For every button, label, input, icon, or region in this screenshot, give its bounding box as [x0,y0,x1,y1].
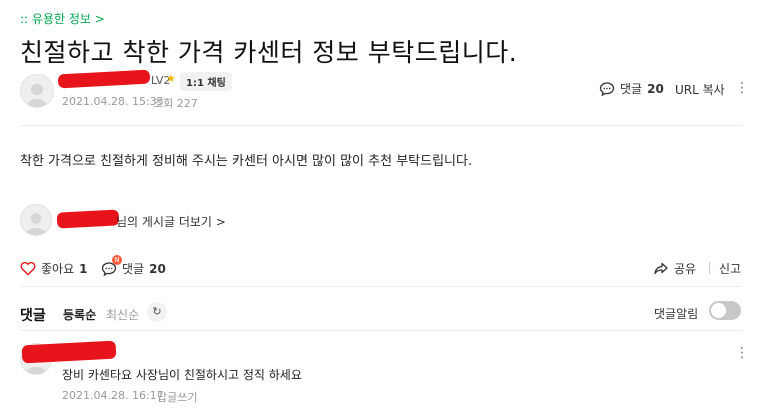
sort-registered-tab[interactable]: 등록순 [63,306,96,323]
like-count: 1 [79,261,88,276]
redacted-author-name [57,69,151,89]
redacted-author-name [56,209,120,229]
reply-link[interactable]: 답글쓰기 [157,389,197,405]
comments-divider [20,330,741,331]
heart-icon [20,261,36,276]
post-date: 2021.04.28. 15:33 [62,95,164,108]
new-badge: N [112,254,122,265]
like-label: 좋아요 [41,262,75,276]
chat-button[interactable]: 1:1 채팅 [180,72,232,91]
share-button[interactable]: 공유 [653,260,696,277]
post-views: 조회 227 [153,97,198,110]
author-avatar-small[interactable] [20,204,52,236]
share-icon [654,262,668,274]
comments-title: 댓글 [20,308,46,324]
post-body: 착한 가격으로 친절하게 정비해 주시는 카센터 아시면 많이 많이 추천 부탁… [20,154,473,169]
comment-count-button[interactable]: 댓글 20 [599,80,664,97]
refresh-icon[interactable]: ↻ [147,302,167,322]
report-button[interactable]: 신고 [719,260,741,277]
comment-date: 2021.04.28. 16:17 [62,389,164,402]
redacted-commenter-name [21,340,117,364]
actions-divider [20,286,741,287]
report-label: 신고 [719,262,742,276]
comment-label: 댓글 [122,262,145,276]
comment-icon [599,81,615,96]
like-button[interactable]: 좋아요 1 [20,260,87,277]
board-link[interactable]: :: 유용한 정보 > [20,10,105,27]
share-label: 공유 [674,262,697,276]
author-posts-link[interactable]: 님의 게시글 더보기 > [116,213,226,230]
post-title: 친절하고 착한 가격 카센터 정보 부탁드립니다. [20,38,518,67]
more-vertical-icon[interactable]: ⋮ [735,81,749,95]
comment-label: 댓글 [620,82,643,96]
author-avatar[interactable] [20,74,54,108]
comment-button[interactable]: N 댓글 20 [101,254,166,277]
comment-alarm-toggle[interactable] [709,301,741,320]
comment-count: 20 [149,261,166,276]
action-separator [709,262,710,274]
comment-count: 20 [647,81,664,96]
comment-text: 장비 카센타요 사장님이 친절하시고 정직 하세요 [62,368,302,382]
header-divider [20,125,741,126]
sort-latest-tab[interactable]: 최신순 [106,306,139,323]
more-vertical-icon[interactable]: ⋮ [735,346,749,360]
url-copy-button[interactable]: URL 복사 [675,81,725,98]
star-icon: ★ [166,72,176,85]
comment-alarm-label: 댓글알림 [654,307,699,321]
